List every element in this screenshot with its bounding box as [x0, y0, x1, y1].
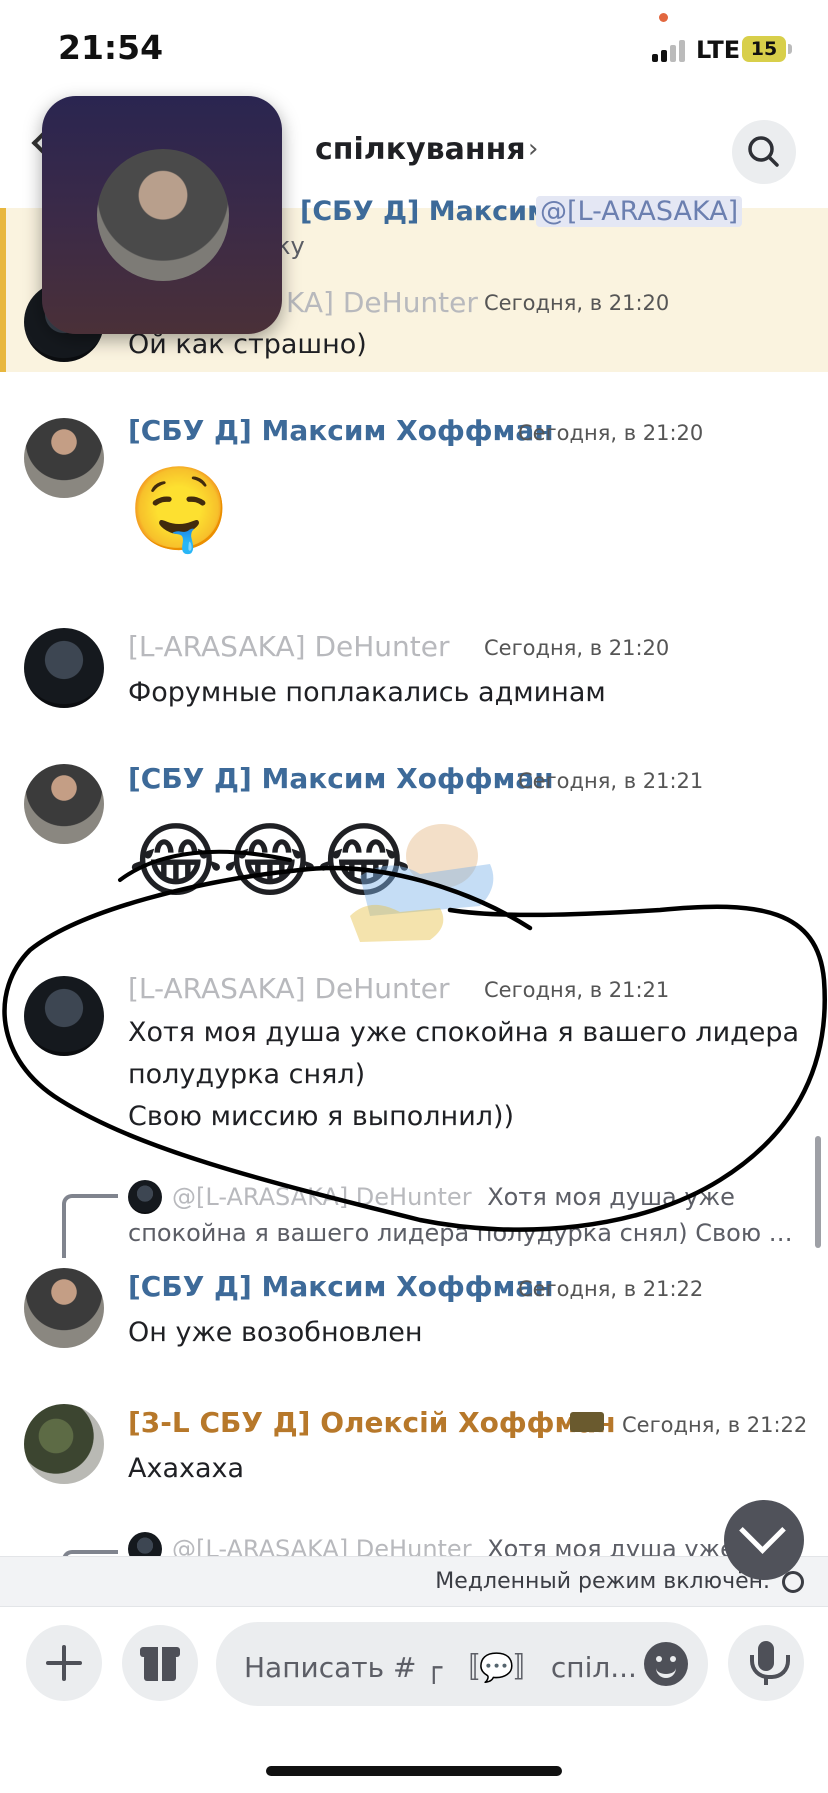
avatar[interactable] [24, 1404, 104, 1484]
reply-snippet: Хотя моя душа уже [487, 1183, 735, 1211]
message-author[interactable]: [L-ARASAKA] DeHunter [128, 630, 450, 663]
mic-icon-foot [764, 1677, 768, 1685]
chevron-right-icon[interactable]: › [528, 134, 538, 164]
avatar[interactable] [24, 1268, 104, 1348]
message-time: Сегодня, в 21:20 [484, 636, 670, 660]
reply-preview[interactable]: @[L-ARASAKA] DeHunter Хотя моя душа уже [172, 1183, 735, 1211]
signal-icon [652, 40, 692, 62]
message-input[interactable]: Написать # ┌ 〚💬〛 спіл... [216, 1622, 708, 1706]
scrollbar[interactable] [815, 1136, 821, 1248]
recording-dot [659, 13, 668, 22]
chevron-down-icon [739, 1507, 786, 1554]
avatar[interactable] [24, 418, 104, 498]
emoji-icon-eye [670, 1656, 676, 1662]
message-time: Сегодня, в 21:20 [518, 421, 704, 445]
slowmode-label: Медленный режим включён. [435, 1569, 770, 1594]
message-line: Хотя моя душа уже спокойна я вашего лиде… [128, 1017, 800, 1048]
message-author[interactable]: [L-ARASAKA] DeHunter [128, 972, 450, 1005]
laughing-emoji: 😂 [222, 814, 318, 909]
gift-button[interactable] [122, 1625, 198, 1701]
message-line: полудурка снял) [128, 1059, 366, 1090]
message-author[interactable]: KA] DeHunter [286, 286, 478, 319]
emoji-icon [656, 1656, 662, 1662]
attach-button[interactable] [26, 1625, 102, 1701]
battery-icon: 15 [742, 36, 786, 62]
message-author[interactable]: [3-L СБУ Д] Олексій Хоффман [128, 1406, 616, 1439]
reply-connector [62, 1194, 118, 1258]
jump-to-bottom-button[interactable] [724, 1500, 804, 1580]
message-time: Сегодня, в 21:22 [518, 1277, 704, 1301]
message-text: Ахахаха [128, 1453, 245, 1484]
reply-mention[interactable]: @[L-ARASAKA] [536, 196, 743, 227]
channel-title[interactable]: спілкування [315, 132, 526, 167]
message-author[interactable]: [СБУ Д] Максим Хоффман [128, 762, 554, 795]
reply-user: @[L-ARASAKA] DeHunter [172, 1183, 472, 1211]
role-icon [570, 1412, 604, 1432]
slowmode-bar: Медленный режим включён. [0, 1556, 828, 1607]
sticker-image [350, 824, 494, 942]
pip-video[interactable] [42, 96, 282, 334]
battery-level: 15 [750, 38, 778, 60]
message-time: Сегодня, в 21:21 [484, 978, 670, 1002]
home-indicator[interactable] [266, 1766, 562, 1776]
message-author[interactable]: [СБУ Д] Максим Хоффман [128, 414, 554, 447]
emoji-button[interactable] [644, 1642, 688, 1686]
drooling-emoji: 🤤 [128, 462, 231, 557]
message-author[interactable]: [СБУ Д] Максим Хоффман [128, 1270, 554, 1303]
message-time: Сегодня, в 21:20 [484, 291, 670, 315]
pip-avatar [97, 149, 229, 281]
message-text: Он уже возобновлен [128, 1317, 423, 1348]
battery-tip [788, 44, 792, 54]
laughing-emoji: 😂 [128, 814, 224, 909]
message-text: Форумные поплакались админам [128, 677, 606, 708]
message-time: Сегодня, в 21:22 [622, 1413, 808, 1437]
avatar[interactable] [24, 628, 104, 708]
avatar[interactable] [24, 764, 104, 844]
message-line: Свою миссию я выполнил)) [128, 1101, 515, 1132]
search-icon [748, 136, 779, 167]
gift-icon-ribbon [158, 1647, 162, 1681]
clock-icon [782, 1571, 804, 1593]
reply-avatar [128, 1180, 162, 1214]
message-time: Сегодня, в 21:21 [518, 769, 704, 793]
input-placeholder: Написать # ┌ 〚💬〛 спіл... [244, 1651, 637, 1684]
voice-button[interactable] [728, 1625, 804, 1701]
plus-icon-vertical [62, 1645, 66, 1681]
status-time: 21:54 [58, 28, 164, 67]
search-button[interactable] [732, 120, 796, 184]
mic-icon-stand [750, 1655, 790, 1679]
reply-snippet-line[interactable]: спокойна я вашего лидера полудурка снял)… [128, 1219, 793, 1247]
avatar[interactable] [24, 976, 104, 1056]
emoji-icon-mouth [656, 1664, 676, 1678]
network-label: LTE [696, 36, 741, 64]
